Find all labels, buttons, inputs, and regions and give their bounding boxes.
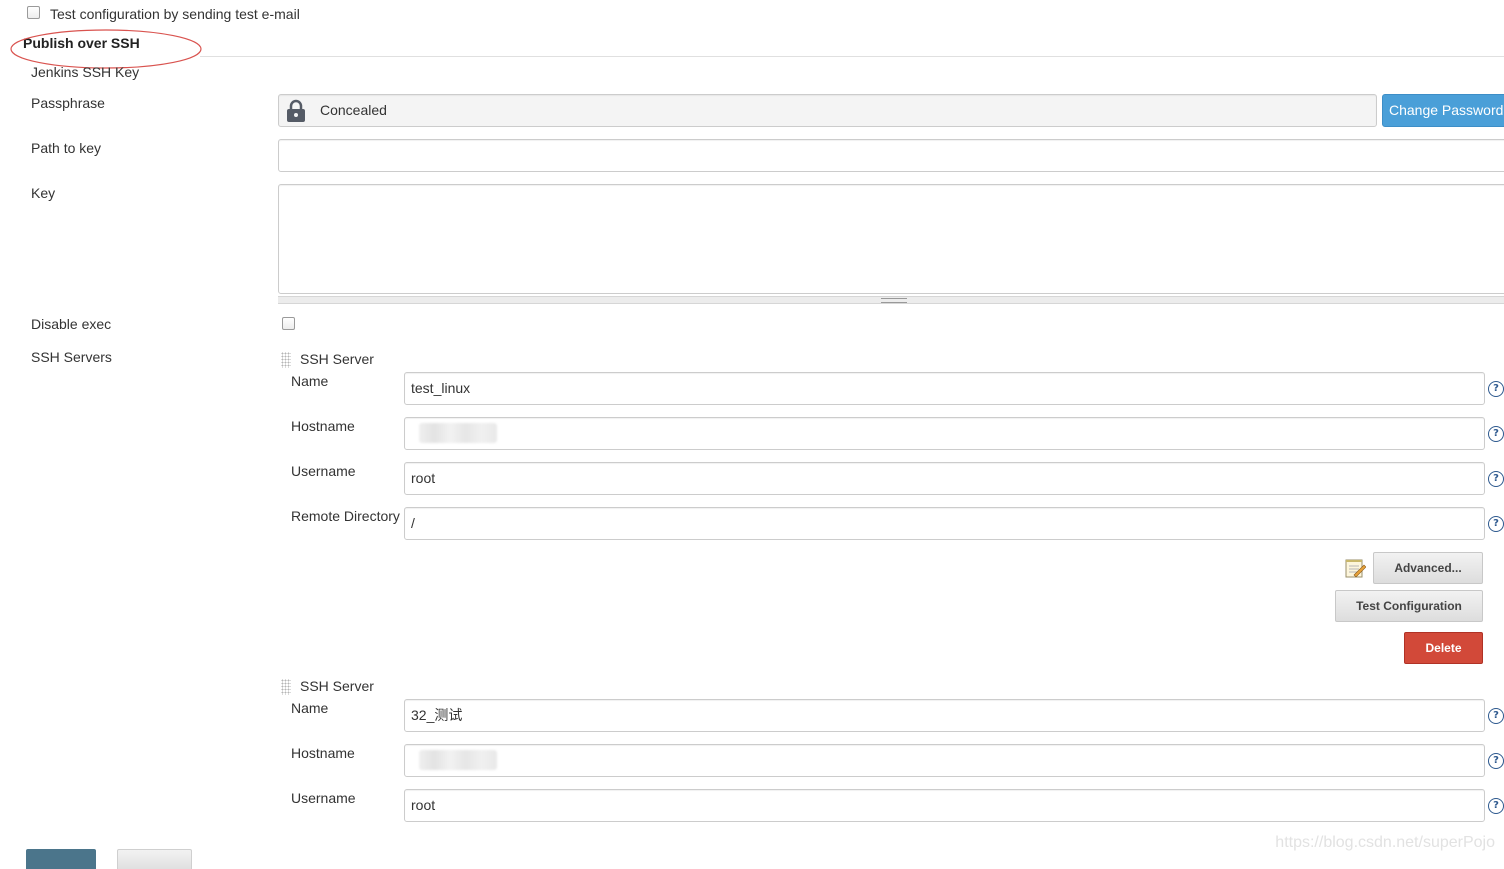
help-icon[interactable]: ? bbox=[1488, 471, 1504, 487]
change-password-button[interactable]: Change Password bbox=[1382, 94, 1504, 127]
advanced-button[interactable]: Advanced... bbox=[1373, 552, 1483, 584]
server-hostname-label: Hostname bbox=[291, 745, 355, 761]
server-hostname-input[interactable] bbox=[404, 417, 1485, 450]
redacted-hostname bbox=[419, 750, 497, 770]
server-remote-dir-label: Remote Directory bbox=[291, 508, 400, 524]
ssh-servers-label: SSH Servers bbox=[31, 349, 112, 365]
section-divider bbox=[200, 56, 1504, 57]
test-email-checkbox[interactable] bbox=[27, 6, 40, 19]
passphrase-label: Passphrase bbox=[31, 95, 105, 111]
apply-button[interactable] bbox=[117, 849, 192, 869]
disable-exec-label: Disable exec bbox=[31, 316, 112, 332]
help-icon[interactable]: ? bbox=[1488, 708, 1504, 724]
delete-button[interactable]: Delete bbox=[1404, 632, 1483, 664]
ssh-server-header: SSH Server bbox=[300, 351, 374, 367]
redacted-hostname bbox=[419, 423, 497, 443]
server-username-input[interactable]: root bbox=[404, 789, 1485, 822]
server-username-input[interactable]: root bbox=[404, 462, 1485, 495]
help-icon[interactable]: ? bbox=[1488, 426, 1504, 442]
passphrase-value: Concealed bbox=[320, 102, 387, 118]
ssh-server-header: SSH Server bbox=[300, 678, 374, 694]
drag-handle-icon[interactable] bbox=[281, 352, 291, 368]
lock-icon bbox=[287, 99, 305, 122]
path-to-key-input[interactable] bbox=[278, 139, 1504, 172]
server-remote-dir-input[interactable]: / bbox=[404, 507, 1485, 540]
server-hostname-label: Hostname bbox=[291, 418, 355, 434]
watermark: https://blog.csdn.net/superPojo bbox=[1275, 834, 1495, 851]
server-name-label: Name bbox=[291, 700, 329, 716]
notepad-icon bbox=[1345, 559, 1366, 578]
server-name-label: Name bbox=[291, 373, 329, 389]
drag-handle-icon[interactable] bbox=[281, 679, 291, 695]
help-icon[interactable]: ? bbox=[1488, 381, 1504, 397]
save-button[interactable] bbox=[26, 849, 96, 869]
help-icon[interactable]: ? bbox=[1488, 798, 1504, 814]
help-icon[interactable]: ? bbox=[1488, 753, 1504, 769]
textarea-resize-bar[interactable] bbox=[278, 296, 1504, 304]
jenkins-ssh-key-label: Jenkins SSH Key bbox=[31, 64, 140, 80]
path-to-key-label: Path to key bbox=[31, 140, 102, 156]
passphrase-field[interactable]: Concealed bbox=[278, 94, 1377, 127]
test-configuration-button[interactable]: Test Configuration bbox=[1335, 590, 1483, 622]
test-email-label: Test configuration by sending test e-mai… bbox=[50, 6, 300, 22]
key-label: Key bbox=[31, 185, 56, 201]
help-icon[interactable]: ? bbox=[1488, 516, 1504, 532]
server-hostname-input[interactable] bbox=[404, 744, 1485, 777]
resize-grip-icon bbox=[881, 298, 907, 303]
disable-exec-checkbox[interactable] bbox=[282, 317, 295, 330]
server-username-label: Username bbox=[291, 463, 356, 479]
server-name-input[interactable]: 32_测试 bbox=[404, 699, 1485, 732]
key-textarea[interactable] bbox=[278, 184, 1504, 294]
server-username-label: Username bbox=[291, 790, 356, 806]
server-name-input[interactable]: test_linux bbox=[404, 372, 1485, 405]
